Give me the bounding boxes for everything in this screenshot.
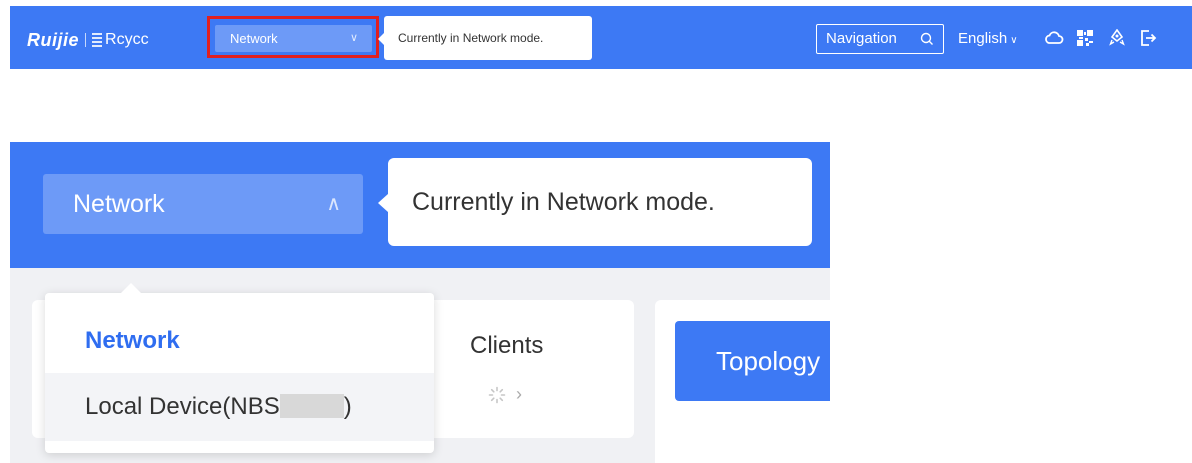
clients-label: Clients xyxy=(470,332,544,359)
qr-code-icon[interactable] xyxy=(1075,28,1095,48)
mode-dropdown-menu: Network Local Device(NBS) xyxy=(45,283,434,453)
chevron-up-icon: ∧ xyxy=(326,193,341,215)
search-icon xyxy=(920,25,934,55)
zoomed-mode-select[interactable]: Network ∧ xyxy=(43,174,363,234)
dropdown-option-network[interactable]: Network xyxy=(45,317,434,365)
rocket-icon[interactable] xyxy=(1107,28,1127,48)
zoomed-mode-tooltip: Currently in Network mode. xyxy=(378,158,812,246)
ruijie-logo-text: Ruijie xyxy=(27,29,80,50)
local-device-label-close: ) xyxy=(343,393,352,420)
chevron-down-icon: ∨ xyxy=(1010,35,1018,46)
logout-icon[interactable] xyxy=(1138,28,1158,48)
reyee-logo-text: Rcycc xyxy=(105,31,149,48)
clients-count: › xyxy=(488,384,522,405)
zoomed-header-bar: Network ∧ Currently in Network mode. xyxy=(10,142,830,268)
local-device-label: Local Device(NBS xyxy=(85,393,280,420)
language-select[interactable]: English ∨ xyxy=(958,26,1018,52)
zoomed-detail-panel: Network ∧ Currently in Network mode. Cli… xyxy=(10,142,830,463)
topology-button[interactable]: Topology xyxy=(675,321,830,401)
chevron-down-icon: ∨ xyxy=(349,32,358,44)
logo-divider xyxy=(85,33,87,47)
redacted-serial xyxy=(279,393,344,418)
reyee-logo: Rcycc xyxy=(92,31,149,49)
zoomed-mode-select-value: Network xyxy=(73,190,165,218)
dropdown-option-local-device[interactable]: Local Device(NBS) xyxy=(45,373,434,441)
navigation-search-button[interactable]: Navigation xyxy=(816,24,944,54)
mode-select[interactable]: Network ∨ xyxy=(215,25,372,52)
chevron-right-icon[interactable]: › xyxy=(516,384,522,405)
cloud-icon[interactable] xyxy=(1044,28,1064,48)
top-header-bar: Ruijie Rcycc Network ∨ Currently in Netw… xyxy=(10,6,1192,69)
mode-tooltip: Currently in Network mode. xyxy=(378,16,592,60)
loading-spinner-icon xyxy=(488,386,506,403)
brand-logo: Ruijie Rcycc xyxy=(27,30,149,50)
language-label: English xyxy=(958,30,1008,47)
reyee-logo-icon xyxy=(92,33,103,47)
topology-card: Topology xyxy=(655,300,830,463)
mode-select-value: Network xyxy=(230,31,278,46)
navigation-label: Navigation xyxy=(826,30,897,47)
